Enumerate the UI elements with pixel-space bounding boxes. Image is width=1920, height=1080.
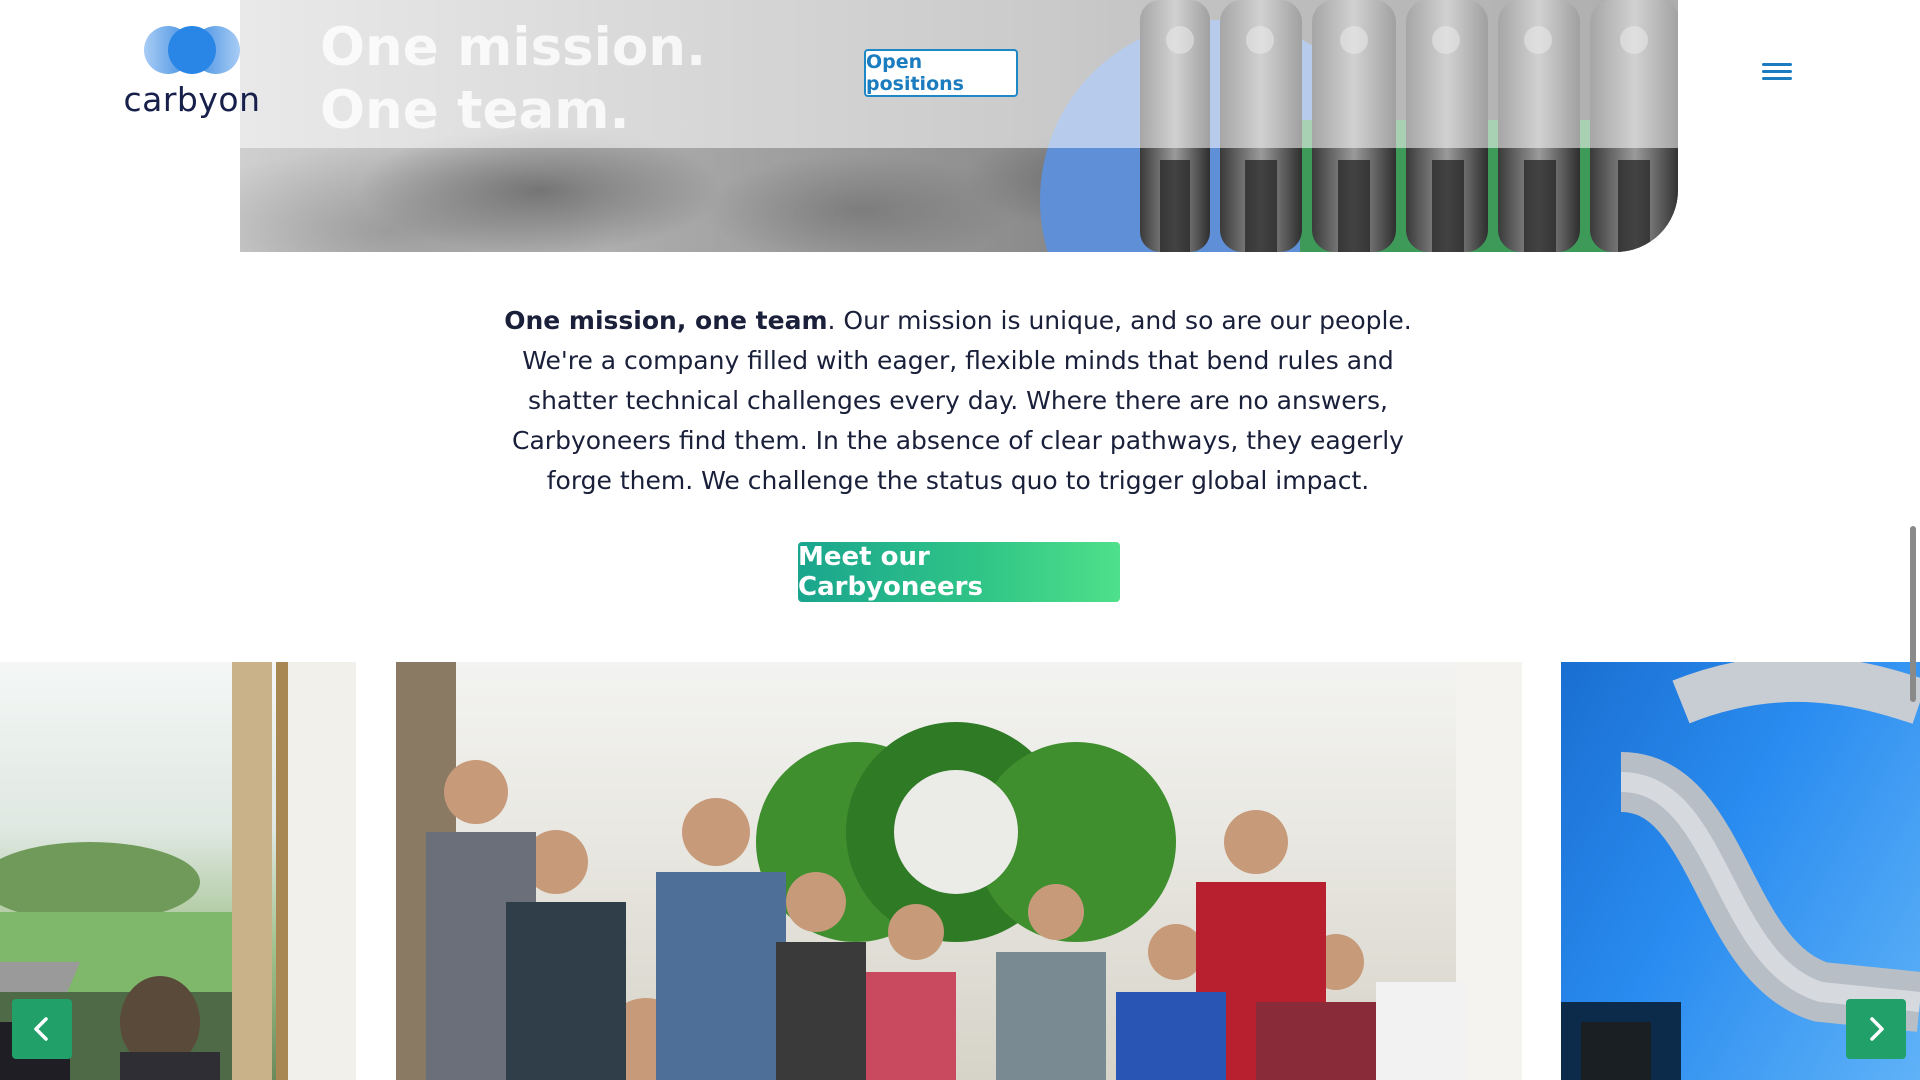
logo-circles-icon: [144, 26, 240, 74]
carousel-next-button[interactable]: [1846, 999, 1906, 1059]
chevron-left-icon: [34, 1017, 48, 1041]
mission-lead: One mission, one team: [504, 306, 828, 335]
mission-paragraph: One mission, one team. Our mission is un…: [495, 301, 1421, 501]
open-positions-button[interactable]: Open positions: [864, 49, 1018, 97]
hero-title: One mission. One team.: [320, 16, 706, 142]
hamburger-menu-icon[interactable]: [1762, 63, 1792, 85]
logo-wordmark: carbyon: [123, 80, 261, 119]
carbyon-logo[interactable]: carbyon: [122, 26, 262, 122]
hero-banner: One mission. One team.: [240, 0, 1678, 252]
team-meeting-photo: [396, 662, 1522, 1080]
hero-title-line1: One mission.: [320, 17, 707, 78]
carousel-prev-button[interactable]: [12, 999, 72, 1059]
hero-title-line2: One team.: [320, 80, 630, 141]
carousel-slide-team-meeting[interactable]: [396, 662, 1522, 1080]
page-scrollbar[interactable]: [1910, 526, 1916, 702]
meet-carbyoneers-button[interactable]: Meet our Carbyoneers: [798, 542, 1120, 602]
chevron-right-icon: [1870, 1017, 1884, 1041]
